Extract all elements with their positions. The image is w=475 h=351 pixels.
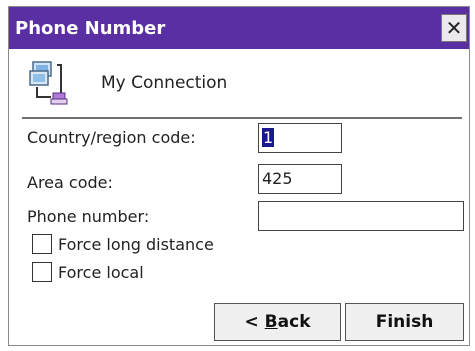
- area-code-value: 425: [262, 169, 293, 188]
- finish-button-label: Finish: [375, 312, 434, 332]
- area-code-field[interactable]: 425: [258, 164, 342, 194]
- back-button-prefix: <: [244, 312, 265, 332]
- force-local-label: Force local: [58, 263, 144, 282]
- phone-number-field[interactable]: [258, 201, 464, 231]
- title-bar: Phone Number ✕: [9, 7, 469, 49]
- force-local-checkbox[interactable]: [32, 262, 52, 282]
- area-code-label: Area code:: [27, 173, 113, 192]
- force-long-distance-checkbox[interactable]: [32, 234, 52, 254]
- close-button[interactable]: ✕: [441, 14, 467, 42]
- window-title: Phone Number: [15, 18, 166, 39]
- country-code-value: 1: [262, 128, 275, 147]
- separator: [22, 117, 462, 119]
- force-long-distance-label: Force long distance: [58, 235, 214, 254]
- back-button-mnemonic: B: [264, 312, 278, 332]
- back-button[interactable]: < Back: [214, 303, 341, 341]
- finish-button[interactable]: Finish: [345, 303, 464, 341]
- country-code-label: Country/region code:: [27, 128, 196, 147]
- close-icon: ✕: [445, 16, 463, 40]
- country-code-field[interactable]: 1: [258, 123, 342, 153]
- connection-name: My Connection: [101, 73, 228, 93]
- phone-number-label: Phone number:: [27, 207, 150, 226]
- network-connection-icon: [29, 61, 68, 105]
- dialog-window: Phone Number ✕ My Connection Country/reg…: [8, 6, 470, 346]
- back-button-rest: ack: [277, 312, 311, 332]
